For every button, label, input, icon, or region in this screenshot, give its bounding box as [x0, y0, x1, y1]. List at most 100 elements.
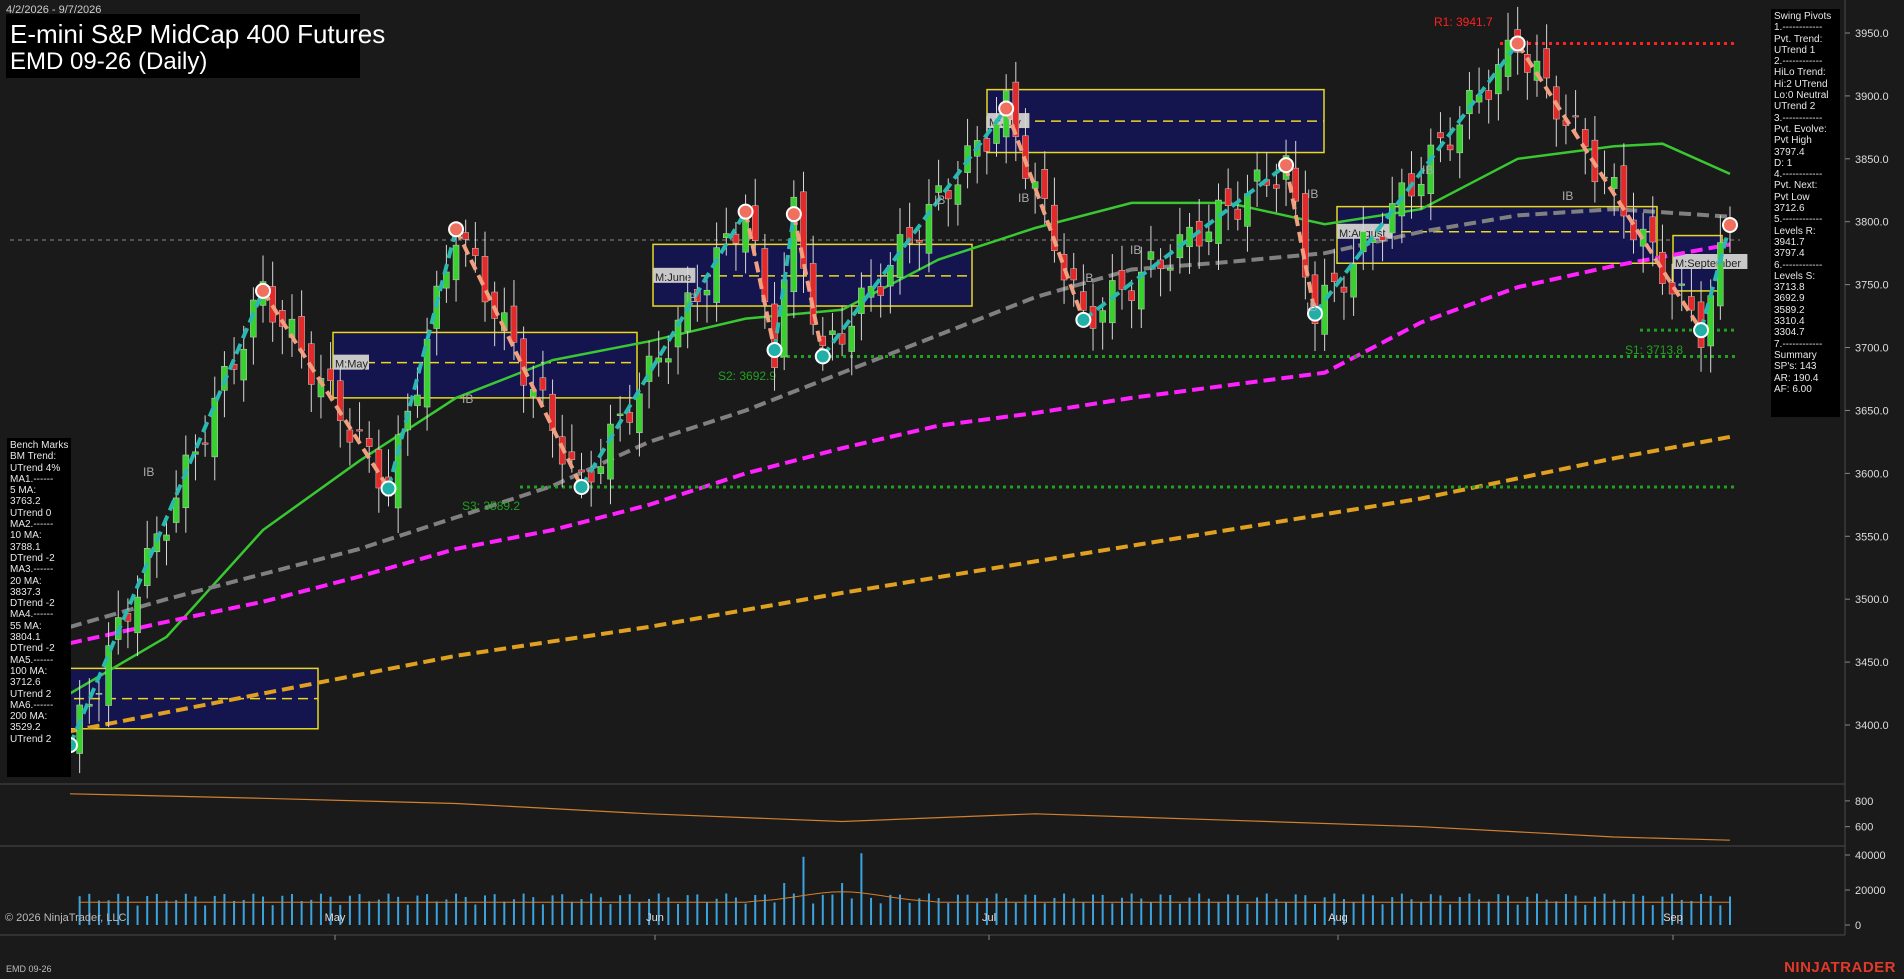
monthly-box — [332, 331, 638, 399]
candle-body — [327, 368, 334, 381]
candle-body — [626, 412, 634, 423]
level-label: R1: 3941.7 — [1434, 15, 1493, 29]
price-tick-label: 3450.0 — [1855, 657, 1889, 669]
copyright: © 2026 NinjaTrader, LLC — [5, 912, 127, 924]
candle-body — [182, 454, 190, 509]
panel-line: Hi:2 UTrend — [1774, 78, 1828, 90]
candle-body — [1610, 177, 1618, 189]
ib-label: IB — [1018, 191, 1029, 205]
pivot-high-marker — [1278, 157, 1295, 174]
candle-body — [1331, 272, 1338, 283]
candle-body — [1678, 283, 1685, 286]
panel-line: MA5.------ — [10, 654, 54, 666]
candle-body — [1234, 208, 1242, 220]
panel-line: 55 MA: — [10, 620, 42, 632]
candle-body — [954, 184, 962, 205]
panel-line: Levels R: — [1774, 225, 1816, 237]
price-chart[interactable]: M:AprilM:MayM:JuneM:JulyM:AugustM:Septem… — [0, 0, 1904, 979]
candle-body — [1707, 295, 1714, 347]
candle-body — [240, 348, 247, 381]
panel-line: UTrend 0 — [10, 507, 52, 519]
candle-body — [1446, 144, 1454, 151]
panel-line: 3837.3 — [10, 586, 41, 598]
panel-line: 3713.8 — [1774, 282, 1805, 294]
pivot-high-marker — [998, 100, 1015, 117]
panel-line: DTrend -2 — [10, 643, 55, 655]
ib-label: IB — [462, 392, 473, 406]
panel-line: 3797.4 — [1774, 248, 1805, 260]
panel-line: Pvt. Next: — [1774, 180, 1818, 192]
panel-line: Summary — [1774, 349, 1817, 361]
panel-line: 6.------------ — [1774, 259, 1823, 271]
panel-line: 3712.6 — [1774, 203, 1805, 215]
panel-line: 3529.2 — [10, 722, 41, 734]
candle-body — [201, 442, 209, 445]
panel-line: MA3.------ — [10, 564, 54, 576]
panel-line: UTrend 2 — [1774, 101, 1816, 113]
candle-body — [472, 247, 479, 256]
candle-body — [916, 240, 923, 243]
panel-line: 3589.2 — [1774, 304, 1805, 316]
panel-line: Bench Marks — [10, 440, 69, 451]
candle-body — [1543, 48, 1550, 79]
candle-body — [356, 429, 363, 432]
candle-body — [935, 185, 942, 193]
candle-body — [877, 286, 884, 296]
candle-body — [298, 316, 305, 352]
symbol-footer: EMD 09-26 — [6, 964, 52, 974]
panel-line: AR: 190.4 — [1774, 372, 1819, 384]
candle-body — [1070, 268, 1077, 281]
month-tick-label: May — [325, 912, 346, 924]
candle-body — [1388, 203, 1396, 234]
candle-body — [365, 438, 373, 447]
monthly-box-label: M:September — [1675, 258, 1741, 270]
panel-line: UTrend 2 — [10, 688, 52, 700]
panel-line: 3941.7 — [1774, 236, 1805, 248]
candle-body — [732, 233, 740, 244]
ib-label: IB — [934, 193, 945, 207]
panel-line: MA1.------ — [10, 473, 54, 485]
pivot-low-marker — [573, 478, 590, 495]
candle-body — [1360, 231, 1367, 253]
panel-line: Swing Pivots — [1774, 11, 1832, 22]
candle-body — [1292, 167, 1299, 202]
panel-line: 2.------------ — [1774, 56, 1823, 68]
ib-label: IB — [1562, 189, 1573, 203]
candle-body — [597, 466, 605, 474]
price-tick-label: 3550.0 — [1855, 531, 1889, 543]
panel-line: 3763.2 — [10, 496, 41, 508]
panel-line: Pvt. Evolve: — [1774, 123, 1827, 135]
panel-line: 3304.7 — [1774, 327, 1805, 339]
candle-body — [1253, 169, 1261, 182]
swing-pivots-panel: Swing Pivots 1.------------ Pvt. Trend: UTr… — [1771, 9, 1840, 417]
pivot-high-marker — [255, 282, 272, 299]
candle-body — [510, 305, 518, 343]
pivot-high-marker — [1722, 216, 1738, 233]
candle-body — [742, 217, 749, 253]
candle-body — [1224, 188, 1232, 207]
panel-line: 10 MA: — [10, 530, 42, 542]
price-tick-label: 3850.0 — [1855, 154, 1889, 166]
candle-body — [1437, 132, 1444, 139]
ib-label: IB — [1306, 300, 1317, 314]
panel-line: 100 MA: — [10, 665, 48, 677]
candle-body — [1109, 280, 1116, 324]
candle-body — [665, 358, 672, 363]
panel-line: 3692.9 — [1774, 293, 1805, 305]
panel-line: 7.------------ — [1774, 338, 1823, 350]
candle-body — [1302, 193, 1309, 278]
candle-body — [1417, 183, 1425, 197]
month-tick-label: Jul — [982, 912, 996, 924]
price-tick-label: 3400.0 — [1855, 720, 1889, 732]
panel-line: 3310.4 — [1774, 316, 1805, 328]
chart-subtitle: EMD 09-26 (Daily) — [10, 48, 208, 75]
candle-body — [105, 645, 112, 706]
candle-body — [1456, 124, 1464, 154]
candle-body — [1340, 286, 1348, 293]
monthly-box-label: M:June — [655, 272, 691, 284]
panel-line: 3788.1 — [10, 541, 41, 553]
level-label: S1: 3713.8 — [1625, 343, 1683, 357]
panel-line: 20 MA: — [10, 575, 42, 587]
candle-body — [1688, 296, 1695, 311]
candle-body — [993, 124, 1000, 144]
